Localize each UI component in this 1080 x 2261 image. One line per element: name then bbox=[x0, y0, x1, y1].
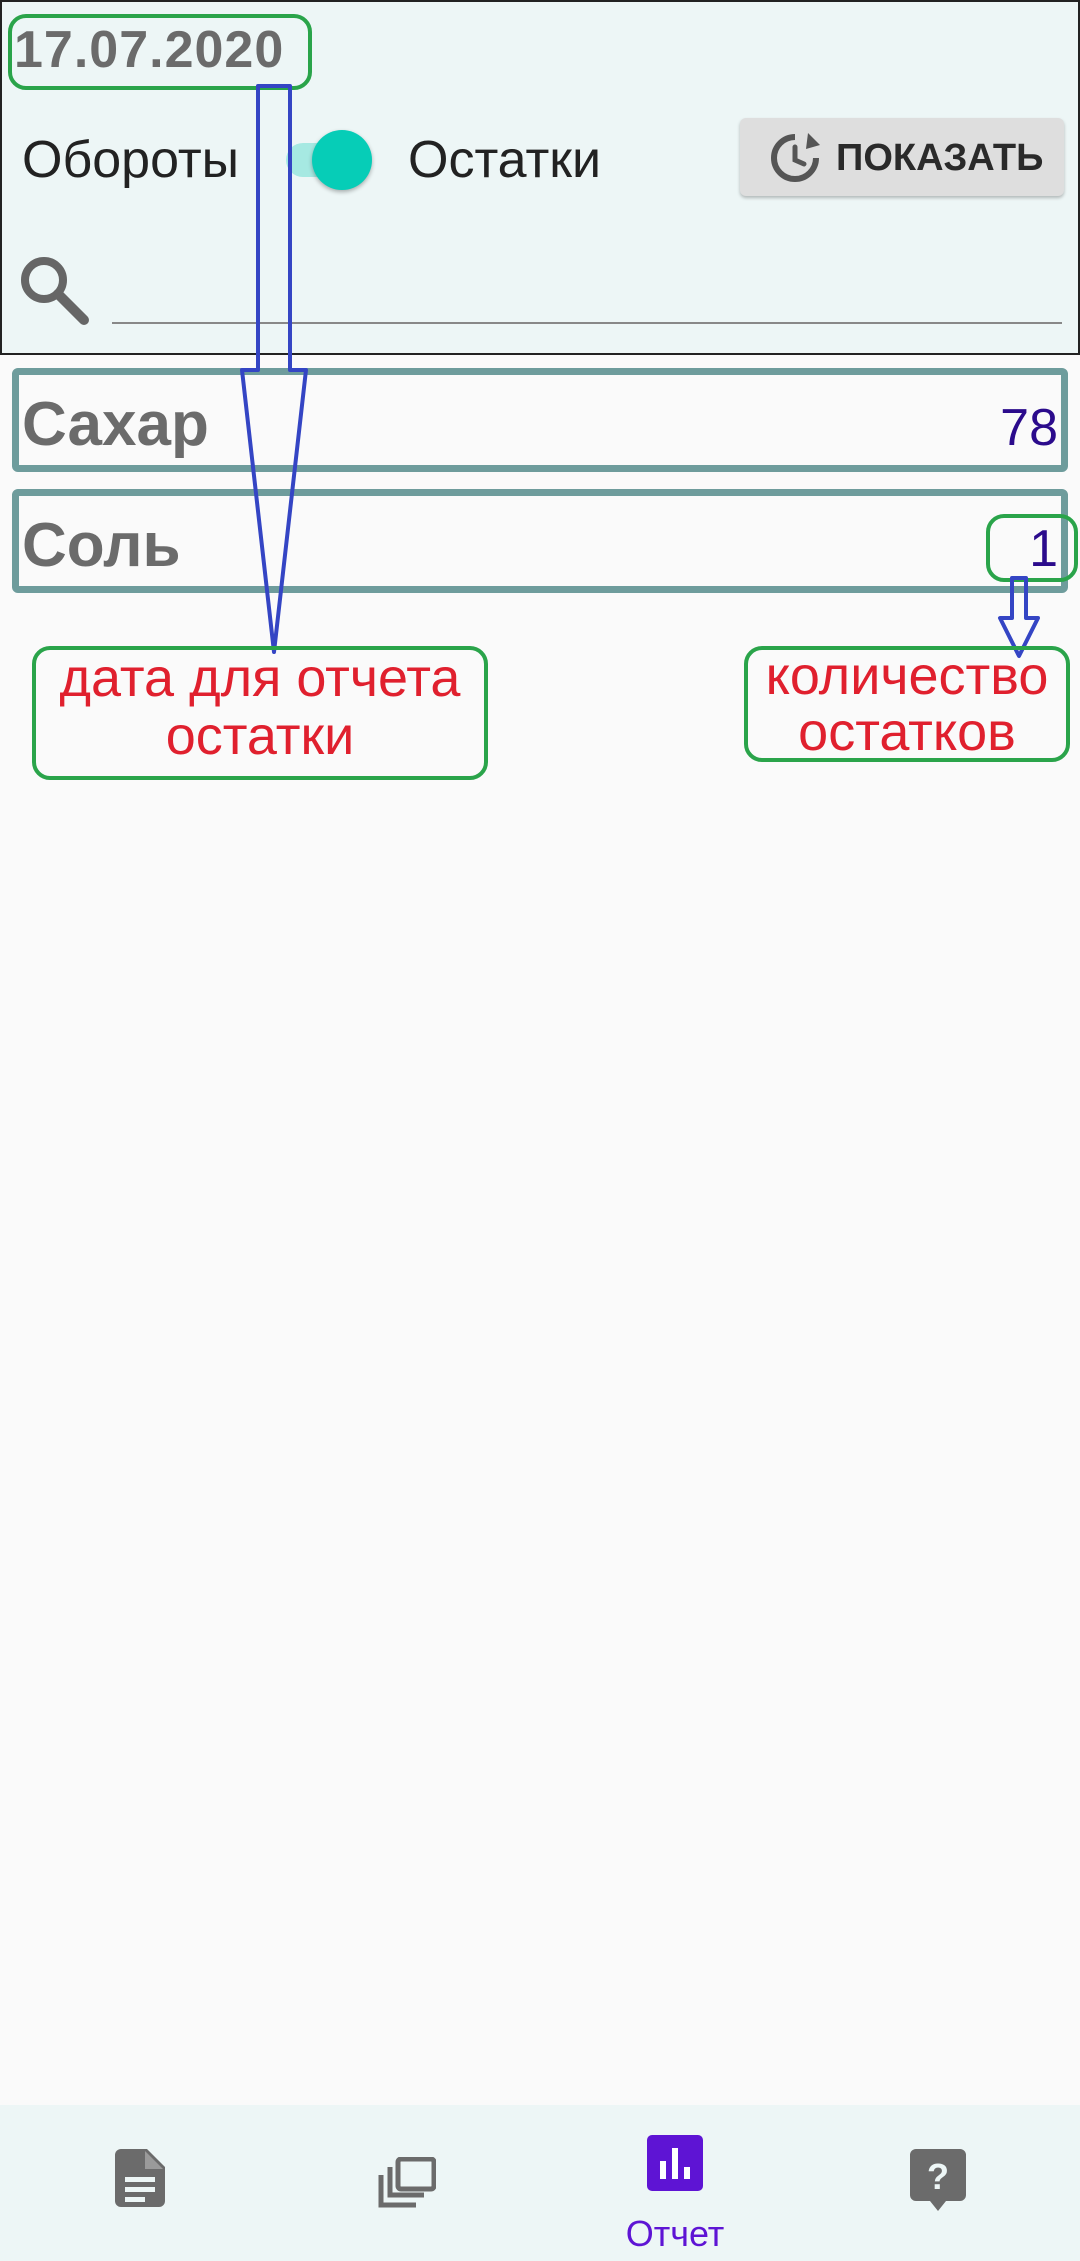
nav-item-copies[interactable] bbox=[270, 2105, 540, 2261]
quantity-note-line2: остатков bbox=[798, 702, 1016, 762]
document-icon bbox=[115, 2149, 165, 2207]
copy-icon bbox=[378, 2157, 436, 2208]
date-note-line2: остатки bbox=[165, 706, 355, 766]
date-note-line1: дата для отчета bbox=[59, 648, 461, 708]
svg-text:?: ? bbox=[927, 2156, 949, 2197]
quantity-arrow bbox=[998, 576, 1040, 658]
bar-chart-icon bbox=[647, 2135, 703, 2191]
help-icon: ? bbox=[910, 2149, 966, 2211]
nav-item-report-label: Отчет bbox=[625, 2213, 725, 2254]
quantity-note-line1: количество bbox=[765, 646, 1049, 706]
date-arrow bbox=[240, 84, 308, 654]
nav-item-documents[interactable] bbox=[0, 2105, 270, 2261]
nav-item-report[interactable]: Отчет bbox=[540, 2105, 810, 2261]
nav-item-help[interactable]: ? bbox=[810, 2105, 1080, 2261]
